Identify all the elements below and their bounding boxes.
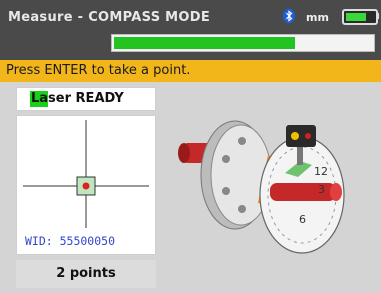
wid-label: WID: 55500050 (25, 234, 116, 248)
title-bar: Measure - COMPASS MODE mm (0, 0, 381, 60)
instruction-bar: Press ENTER to take a point. (0, 60, 381, 82)
svg-text:3: 3 (318, 183, 325, 196)
laser-target-view: WID: 55500050 (16, 115, 156, 255)
battery-fill (346, 13, 366, 21)
unit-label: mm (306, 11, 329, 24)
progress-fill (114, 37, 295, 49)
laser-status-text: Laser READY (31, 91, 124, 106)
points-counter: 2 points (16, 260, 156, 288)
svg-text:12: 12 (314, 165, 328, 178)
shaft-illustration: 12 3 6 (178, 120, 345, 254)
svg-text:6: 6 (299, 213, 306, 226)
bluetooth-icon (283, 8, 295, 24)
measurement-progress-bar (111, 34, 375, 52)
screen-title: Measure - COMPASS MODE (8, 10, 211, 25)
battery-tip (376, 13, 379, 19)
battery-icon (342, 9, 378, 25)
laser-status: Laser READY (16, 87, 156, 111)
